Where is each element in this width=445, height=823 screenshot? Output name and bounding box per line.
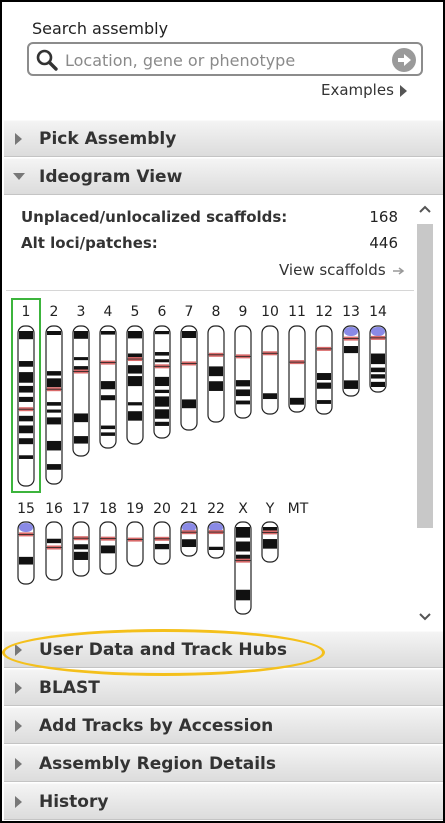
- chromosome-band: [236, 380, 250, 387]
- chromosome-band: [317, 400, 331, 404]
- heterochromatin-band: [19, 523, 33, 532]
- section-label: History: [39, 792, 109, 812]
- chromosome-band: [101, 331, 115, 335]
- chromosome-band: [74, 357, 88, 361]
- chromosome-band: [128, 331, 142, 339]
- chromosome-band: [209, 546, 223, 551]
- section-history[interactable]: History: [4, 783, 443, 820]
- chromosome-band: [47, 538, 61, 544]
- chromosome-band: [47, 417, 61, 425]
- chromosome-band: [47, 464, 61, 470]
- chromosome-band: [19, 372, 33, 383]
- chromosome-band: [182, 331, 196, 339]
- chromosome-band: [101, 545, 115, 554]
- chromosome-band: [101, 432, 115, 436]
- chromosome-band: [209, 366, 223, 377]
- chromosome-19[interactable]: [126, 521, 144, 567]
- chromosome-band: [155, 396, 169, 407]
- chromosome-band: [74, 413, 88, 423]
- chromosome-band: [344, 380, 358, 389]
- chromosome-band: [74, 331, 88, 339]
- chromosome-band: [19, 361, 33, 367]
- chromosome-20[interactable]: [153, 521, 171, 565]
- genome-sidebar: Search assembly Examples Pick Assembly I…: [0, 0, 445, 823]
- chromosome-16[interactable]: [45, 521, 63, 581]
- chromosome-1[interactable]: [17, 325, 35, 487]
- chromosome-band: [344, 346, 358, 354]
- chromosome-band: [317, 382, 331, 389]
- chromosome-7[interactable]: [180, 325, 198, 431]
- chromosome-band: [182, 399, 196, 409]
- chromosome-band: [236, 389, 250, 397]
- chromosome-band: [47, 402, 61, 406]
- chromosome-band: [128, 365, 142, 374]
- chromosome-band: [155, 359, 169, 363]
- chromosome-band: [19, 415, 33, 422]
- section-label: Assembly Region Details: [39, 754, 276, 774]
- triangle-right-icon: [15, 682, 22, 694]
- chromosome-band: [155, 421, 169, 426]
- heterochromatin-band: [371, 327, 385, 336]
- section-label: BLAST: [39, 678, 100, 698]
- chromosome-band: [101, 425, 115, 430]
- triangle-right-icon: [15, 758, 22, 770]
- section-blast[interactable]: BLAST: [4, 669, 443, 706]
- chromosome-band: [19, 425, 33, 434]
- chromosome-band: [19, 396, 33, 402]
- chromosome-band: [74, 436, 88, 444]
- chromosome-band: [236, 589, 250, 601]
- chromosome-band: [47, 378, 61, 388]
- chromosome-band: [101, 381, 115, 390]
- chromosome-band: [47, 409, 61, 413]
- chromosome-band: [155, 409, 169, 419]
- chromosome-band: [155, 543, 169, 550]
- chromosome-band: [290, 397, 304, 405]
- chromosome-10[interactable]: [261, 325, 279, 415]
- chromosome-band: [371, 353, 385, 365]
- triangle-right-icon: [15, 644, 22, 656]
- chromosome-band: [47, 440, 61, 451]
- section-label: Add Tracks by Accession: [39, 716, 274, 736]
- section-user-data[interactable]: User Data and Track Hubs: [4, 631, 443, 668]
- chromosome-band: [128, 376, 142, 387]
- chromosome-band: [371, 367, 385, 373]
- chromosome-band: [155, 352, 169, 356]
- chromosome-band: [47, 371, 61, 376]
- triangle-right-icon: [15, 796, 22, 808]
- chromosome-band: [155, 331, 169, 335]
- chromosome-band: [19, 385, 33, 393]
- chromosome-band: [128, 402, 142, 406]
- chromosome-band: [74, 551, 88, 560]
- heterochromatin-band: [344, 327, 358, 336]
- chromosome-band: [74, 544, 88, 550]
- chromosome-band: [236, 541, 250, 552]
- chromosome-band: [263, 393, 277, 400]
- chromosome-band: [209, 381, 223, 391]
- chromosome-band: [236, 527, 250, 538]
- section-label: User Data and Track Hubs: [39, 640, 288, 660]
- chromosome-band: [155, 389, 169, 394]
- chromosome-band: [371, 374, 385, 379]
- chromosome-band: [155, 376, 169, 387]
- chromosome-band: [317, 373, 331, 381]
- chromosome-band: [19, 331, 33, 340]
- triangle-right-icon: [15, 720, 22, 732]
- chromosome-band: [19, 556, 33, 565]
- chromosome-band: [236, 400, 250, 405]
- section-add-tracks[interactable]: Add Tracks by Accession: [4, 707, 443, 744]
- chromosome-band: [128, 411, 142, 421]
- section-region-details[interactable]: Assembly Region Details: [4, 745, 443, 782]
- chromosome-band: [47, 331, 61, 336]
- chromosome-band: [19, 438, 33, 445]
- chromosome-band: [101, 395, 115, 401]
- chromosome-band: [263, 539, 277, 549]
- chromosome-band: [19, 455, 33, 459]
- chromosome-band: [182, 539, 196, 548]
- chromosome-band: [371, 381, 385, 387]
